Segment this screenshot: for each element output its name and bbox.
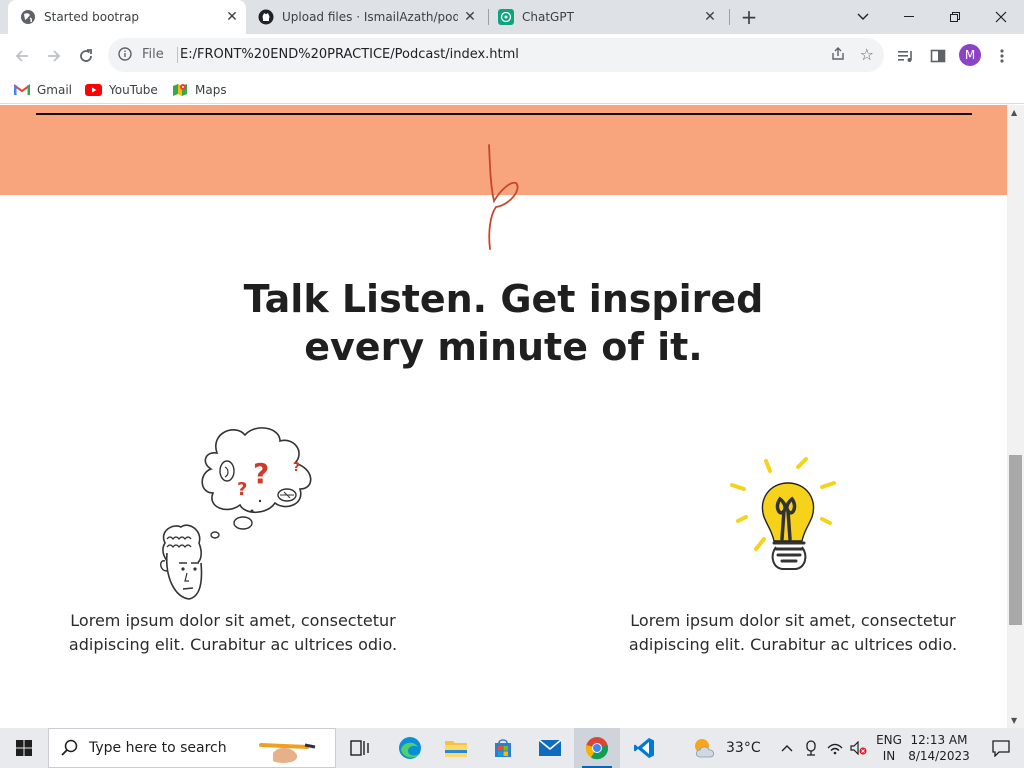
page-scrollbar[interactable]: ▲ ▼ bbox=[1007, 105, 1024, 728]
svg-text:?: ? bbox=[237, 479, 247, 500]
address-bar[interactable]: File E:/FRONT%20END%20PRACTICE/Podcast/i… bbox=[108, 38, 884, 72]
forward-arrow-icon[interactable] bbox=[40, 42, 68, 70]
close-tab-icon[interactable]: ✕ bbox=[702, 9, 718, 25]
close-tab-icon[interactable]: ✕ bbox=[462, 9, 478, 25]
weather-cloud-sun-icon bbox=[695, 739, 715, 758]
vscode-icon[interactable] bbox=[621, 728, 667, 768]
side-panel-icon[interactable] bbox=[928, 46, 948, 66]
bookmarks-bar: Gmail YouTube Maps bbox=[0, 76, 1024, 104]
show-hidden-icons-chevron-icon[interactable] bbox=[778, 728, 796, 768]
lightbulb-illustration bbox=[730, 457, 836, 570]
youtube-icon bbox=[85, 84, 102, 96]
scroll-up-arrow-icon[interactable]: ▲ bbox=[1011, 108, 1017, 117]
volume-muted-icon[interactable] bbox=[848, 728, 870, 768]
system-clock[interactable]: 12:13 AM 8/14/2023 bbox=[906, 732, 972, 764]
page-headline: Talk Listen. Get inspired every minute o… bbox=[0, 275, 1007, 371]
more-menu-icon[interactable] bbox=[992, 46, 1012, 66]
tab-separator bbox=[729, 9, 730, 25]
share-icon[interactable] bbox=[830, 46, 846, 66]
tab-search-icon[interactable] bbox=[840, 0, 886, 34]
file-explorer-icon[interactable] bbox=[433, 728, 479, 768]
tab-chatgpt[interactable]: ChatGPT ✕ bbox=[486, 0, 724, 34]
search-placeholder: Type here to search bbox=[89, 740, 227, 756]
tab-started-bootrap[interactable]: Started bootrap ✕ bbox=[8, 0, 246, 34]
search-icon bbox=[61, 739, 79, 757]
svg-text:?: ? bbox=[253, 457, 269, 490]
close-window-icon[interactable] bbox=[978, 0, 1024, 34]
clock-time: 12:13 AM bbox=[910, 733, 968, 747]
bookmark-youtube[interactable]: YouTube bbox=[85, 82, 158, 98]
media-controls-icon[interactable] bbox=[896, 46, 916, 66]
github-icon bbox=[258, 9, 274, 25]
browser-toolbar: File E:/FRONT%20END%20PRACTICE/Podcast/i… bbox=[0, 34, 1024, 76]
confused-thinker-illustration: ? ? ? bbox=[160, 427, 312, 600]
language-region: IN bbox=[882, 749, 896, 763]
svg-text:?: ? bbox=[293, 460, 300, 474]
tab-upload-files[interactable]: Upload files · IsmailAzath/podcas ✕ bbox=[246, 0, 484, 34]
weather-widget[interactable]: 33°C bbox=[692, 728, 761, 768]
language-code: ENG bbox=[876, 733, 902, 747]
headline-line-1: Talk Listen. Get inspired bbox=[243, 277, 764, 321]
address-divider bbox=[177, 47, 178, 63]
windows-taskbar: Type here to search 33°C ENG IN 12:13 AM… bbox=[0, 728, 1024, 768]
tab-strip: Started bootrap ✕ Upload files · IsmailA… bbox=[0, 0, 1024, 34]
weather-temperature: 33°C bbox=[726, 740, 761, 756]
notifications-icon[interactable] bbox=[978, 728, 1024, 768]
taskbar-search-box[interactable]: Type here to search bbox=[48, 728, 336, 768]
gmail-icon bbox=[14, 84, 30, 96]
search-highlight-hand-icon bbox=[259, 743, 316, 763]
headline-line-2: every minute of it. bbox=[304, 325, 703, 369]
tab-title: Upload files · IsmailAzath/podcas bbox=[282, 10, 458, 24]
back-arrow-icon[interactable] bbox=[8, 42, 36, 70]
clock-date: 8/14/2023 bbox=[908, 749, 970, 763]
bookmark-gmail[interactable]: Gmail bbox=[14, 82, 72, 98]
bookmark-label: Gmail bbox=[37, 83, 73, 97]
horizontal-rule bbox=[36, 113, 972, 115]
bookmark-label: Maps bbox=[195, 83, 227, 97]
profile-avatar[interactable]: M bbox=[959, 44, 981, 66]
meet-now-icon[interactable] bbox=[800, 728, 822, 768]
store-icon[interactable] bbox=[480, 728, 526, 768]
close-tab-icon[interactable]: ✕ bbox=[224, 9, 240, 25]
feature-text-left: Lorem ipsum dolor sit amet, consectetur … bbox=[68, 611, 398, 654]
mail-icon[interactable] bbox=[527, 728, 573, 768]
page-viewport: Talk Listen. Get inspired every minute o… bbox=[0, 105, 1007, 728]
site-info-icon[interactable] bbox=[118, 47, 132, 65]
url-text[interactable]: E:/FRONT%20END%20PRACTICE/Podcast/index.… bbox=[180, 47, 519, 62]
squiggle-line-decoration bbox=[488, 144, 519, 250]
new-tab-button[interactable]: + bbox=[737, 5, 761, 29]
chrome-icon[interactable] bbox=[574, 728, 620, 768]
tab-title: ChatGPT bbox=[522, 10, 574, 24]
tab-title: Started bootrap bbox=[44, 10, 140, 24]
scrollbar-thumb[interactable] bbox=[1009, 455, 1022, 625]
bookmark-star-icon[interactable]: ☆ bbox=[860, 45, 874, 64]
globe-icon bbox=[20, 9, 36, 25]
input-language-indicator[interactable]: ENG IN bbox=[872, 732, 906, 764]
reload-icon[interactable] bbox=[72, 42, 100, 70]
maps-icon bbox=[172, 82, 188, 98]
edge-icon[interactable] bbox=[387, 728, 433, 768]
scroll-down-arrow-icon[interactable]: ▼ bbox=[1011, 716, 1017, 725]
wifi-icon[interactable] bbox=[824, 728, 846, 768]
bookmark-maps[interactable]: Maps bbox=[172, 82, 227, 98]
scheme-label: File bbox=[142, 47, 164, 62]
restore-icon[interactable] bbox=[932, 0, 978, 34]
task-view-icon[interactable] bbox=[337, 728, 383, 768]
minimize-icon[interactable] bbox=[886, 0, 932, 34]
bookmark-label: YouTube bbox=[109, 83, 158, 97]
feature-text-right: Lorem ipsum dolor sit amet, consectetur … bbox=[628, 611, 958, 654]
windows-start-icon[interactable] bbox=[0, 728, 48, 768]
chatgpt-icon bbox=[498, 9, 514, 25]
